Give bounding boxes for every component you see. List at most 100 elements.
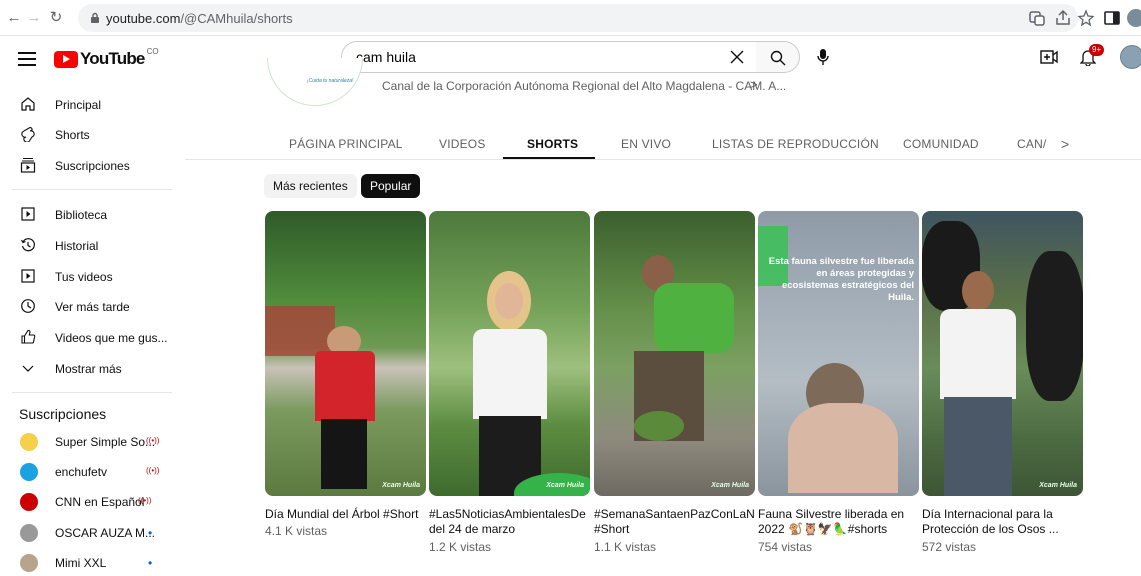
url-text: youtube.com/@CAMhuila/shorts bbox=[106, 11, 293, 26]
library-icon bbox=[21, 207, 35, 221]
short-thumbnail[interactable]: Xcam Huila bbox=[265, 211, 426, 496]
sidebar-item-historial[interactable]: Historial bbox=[0, 231, 180, 259]
short-title[interactable]: #Las5NoticiasAmbientalesDe del 24 de mar… bbox=[429, 507, 589, 537]
tab-shorts[interactable]: SHORTS bbox=[527, 137, 578, 151]
live-icon: ((•)) bbox=[146, 466, 160, 475]
live-icon: ((•)) bbox=[138, 496, 152, 505]
browser-toolbar: ← → ↻ youtube.com/@CAMhuila/shorts bbox=[0, 0, 1141, 36]
sidebar-item-label: Biblioteca bbox=[55, 208, 108, 222]
new-content-dot: • bbox=[148, 526, 153, 540]
short-title[interactable]: Día Mundial del Árbol #Short bbox=[265, 507, 425, 522]
youtube-play-icon bbox=[54, 50, 78, 68]
sidebar-item-label: Ver más tarde bbox=[55, 300, 130, 314]
sidebar-item-label: Historial bbox=[55, 239, 99, 253]
subscription-item[interactable]: OSCAR AUZA M... • bbox=[0, 520, 180, 546]
liked-icon bbox=[21, 329, 36, 344]
tab-comunidad[interactable]: COMUNIDAD bbox=[903, 137, 979, 151]
channel-avatar bbox=[20, 493, 38, 511]
create-video-icon[interactable] bbox=[1040, 50, 1058, 64]
subscription-label: enchufetv bbox=[55, 465, 108, 479]
reload-icon[interactable]: ↻ bbox=[48, 8, 64, 28]
short-thumbnail[interactable]: Xcam Huila bbox=[594, 211, 755, 496]
short-title[interactable]: Día Internacional para la Protección de … bbox=[922, 507, 1082, 537]
search-input[interactable] bbox=[356, 49, 716, 65]
channel-tabs: PÁGINA PRINCIPAL VIDEOS SHORTS EN VIVO L… bbox=[185, 126, 1141, 160]
short-views: 572 vistas bbox=[922, 540, 977, 554]
sidebar-divider bbox=[12, 189, 172, 190]
active-tab-indicator bbox=[503, 157, 595, 159]
your-videos-icon bbox=[21, 269, 35, 283]
translate-icon[interactable] bbox=[1028, 9, 1046, 27]
search-button[interactable] bbox=[756, 41, 800, 73]
sidebar-item-label: Shorts bbox=[55, 128, 90, 142]
sidebar-item-mostrar-mas[interactable]: Mostrar más bbox=[0, 354, 180, 382]
sidebar-item-label: Videos que me gus... bbox=[55, 331, 168, 345]
sidebar-item-tus-videos[interactable]: Tus videos bbox=[0, 262, 180, 290]
short-title[interactable]: Fauna Silvestre liberada en 2022 🐒🦉🦅🦜#sh… bbox=[758, 507, 918, 537]
search-box[interactable] bbox=[341, 41, 757, 73]
account-avatar[interactable] bbox=[1120, 45, 1141, 69]
tabs-next-icon[interactable]: > bbox=[1061, 136, 1069, 152]
sidebar-item-biblioteca[interactable]: Biblioteca bbox=[0, 200, 180, 228]
sidebar-item-liked-videos[interactable]: Videos que me gus... bbox=[0, 323, 180, 351]
sidebar-item-shorts[interactable]: Shorts bbox=[0, 120, 180, 148]
short-views: 1.2 K vistas bbox=[429, 540, 492, 554]
shorts-icon bbox=[21, 126, 35, 142]
avatar-tagline: ¡Cuida tu naturaleza! bbox=[307, 78, 354, 84]
subscription-item[interactable]: Super Simple So... ((•)) bbox=[0, 429, 180, 455]
chevron-down-icon bbox=[22, 365, 34, 372]
hamburger-menu-icon[interactable] bbox=[18, 52, 36, 66]
short-overlay-text: Esta fauna silvestre fue liberada en áre… bbox=[768, 256, 914, 303]
notification-badge: 9+ bbox=[1089, 44, 1105, 56]
sidebar-item-ver-mas-tarde[interactable]: Ver más tarde bbox=[0, 292, 180, 320]
short-views: 754 vistas bbox=[758, 540, 813, 554]
sidebar-divider bbox=[12, 392, 172, 393]
tab-canales[interactable]: CAN/ bbox=[1017, 137, 1046, 151]
short-title[interactable]: #SemanaSantaenPazConLaNa #Short bbox=[594, 507, 754, 537]
watermark: Xcam Huila bbox=[1039, 482, 1077, 489]
short-thumbnail[interactable]: Esta fauna silvestre fue liberada en áre… bbox=[758, 211, 919, 496]
channel-avatar-large[interactable]: ¡Cuida tu naturaleza! bbox=[265, 58, 365, 110]
subscription-label: CNN en Español bbox=[55, 495, 145, 509]
profile-avatar-icon[interactable] bbox=[1127, 9, 1141, 27]
sidebar-item-suscripciones[interactable]: Suscripciones bbox=[0, 151, 180, 179]
history-icon bbox=[20, 238, 35, 252]
channel-avatar bbox=[20, 524, 38, 542]
address-bar[interactable]: youtube.com/@CAMhuila/shorts bbox=[78, 4, 1078, 32]
sidebar-item-label: Principal bbox=[55, 98, 102, 112]
short-thumbnail[interactable]: Xcam Huila bbox=[922, 211, 1083, 496]
watch-later-icon bbox=[21, 299, 35, 313]
chevron-right-icon[interactable]: > bbox=[750, 77, 758, 92]
subscription-label: Mimi XXL bbox=[55, 556, 107, 570]
tab-videos[interactable]: VIDEOS bbox=[439, 137, 486, 151]
tab-listas[interactable]: LISTAS DE REPRODUCCIÓN bbox=[712, 137, 879, 151]
home-icon bbox=[21, 97, 35, 111]
channel-description[interactable]: Canal de la Corporación Autónoma Regiona… bbox=[382, 79, 786, 93]
sidebar-item-label: Mostrar más bbox=[55, 362, 122, 376]
subscription-item[interactable]: CNN en Español ((•)) bbox=[0, 489, 180, 515]
microphone-icon[interactable] bbox=[817, 48, 829, 66]
short-thumbnail[interactable]: Xcam Huila bbox=[429, 211, 590, 496]
channel-avatar bbox=[20, 554, 38, 572]
tab-pagina-principal[interactable]: PÁGINA PRINCIPAL bbox=[289, 137, 403, 151]
subscription-item[interactable]: Mimi XXL • bbox=[0, 550, 180, 576]
back-icon[interactable]: ← bbox=[6, 8, 22, 28]
logo-text: YouTube bbox=[80, 49, 145, 68]
side-panel-icon[interactable] bbox=[1103, 9, 1121, 27]
clear-search-icon[interactable] bbox=[728, 48, 746, 66]
chip-mas-recientes[interactable]: Más recientes bbox=[264, 174, 357, 198]
short-views: 4.1 K vistas bbox=[265, 524, 328, 538]
lock-icon bbox=[91, 12, 99, 23]
new-content-dot: • bbox=[148, 556, 153, 570]
channel-avatar bbox=[20, 433, 38, 451]
chip-popular[interactable]: Popular bbox=[361, 174, 421, 198]
tab-en-vivo[interactable]: EN VIVO bbox=[621, 137, 671, 151]
share-icon[interactable] bbox=[1054, 9, 1072, 27]
sidebar-item-principal[interactable]: Principal bbox=[0, 90, 180, 118]
subscription-item[interactable]: enchufetv ((•)) bbox=[0, 459, 180, 485]
forward-icon[interactable]: → bbox=[26, 8, 42, 28]
youtube-logo[interactable]: YouTube CO bbox=[54, 47, 159, 69]
bookmark-star-icon[interactable] bbox=[1077, 9, 1095, 27]
short-views: 1.1 K vistas bbox=[594, 540, 657, 554]
live-icon: ((•)) bbox=[146, 436, 160, 445]
